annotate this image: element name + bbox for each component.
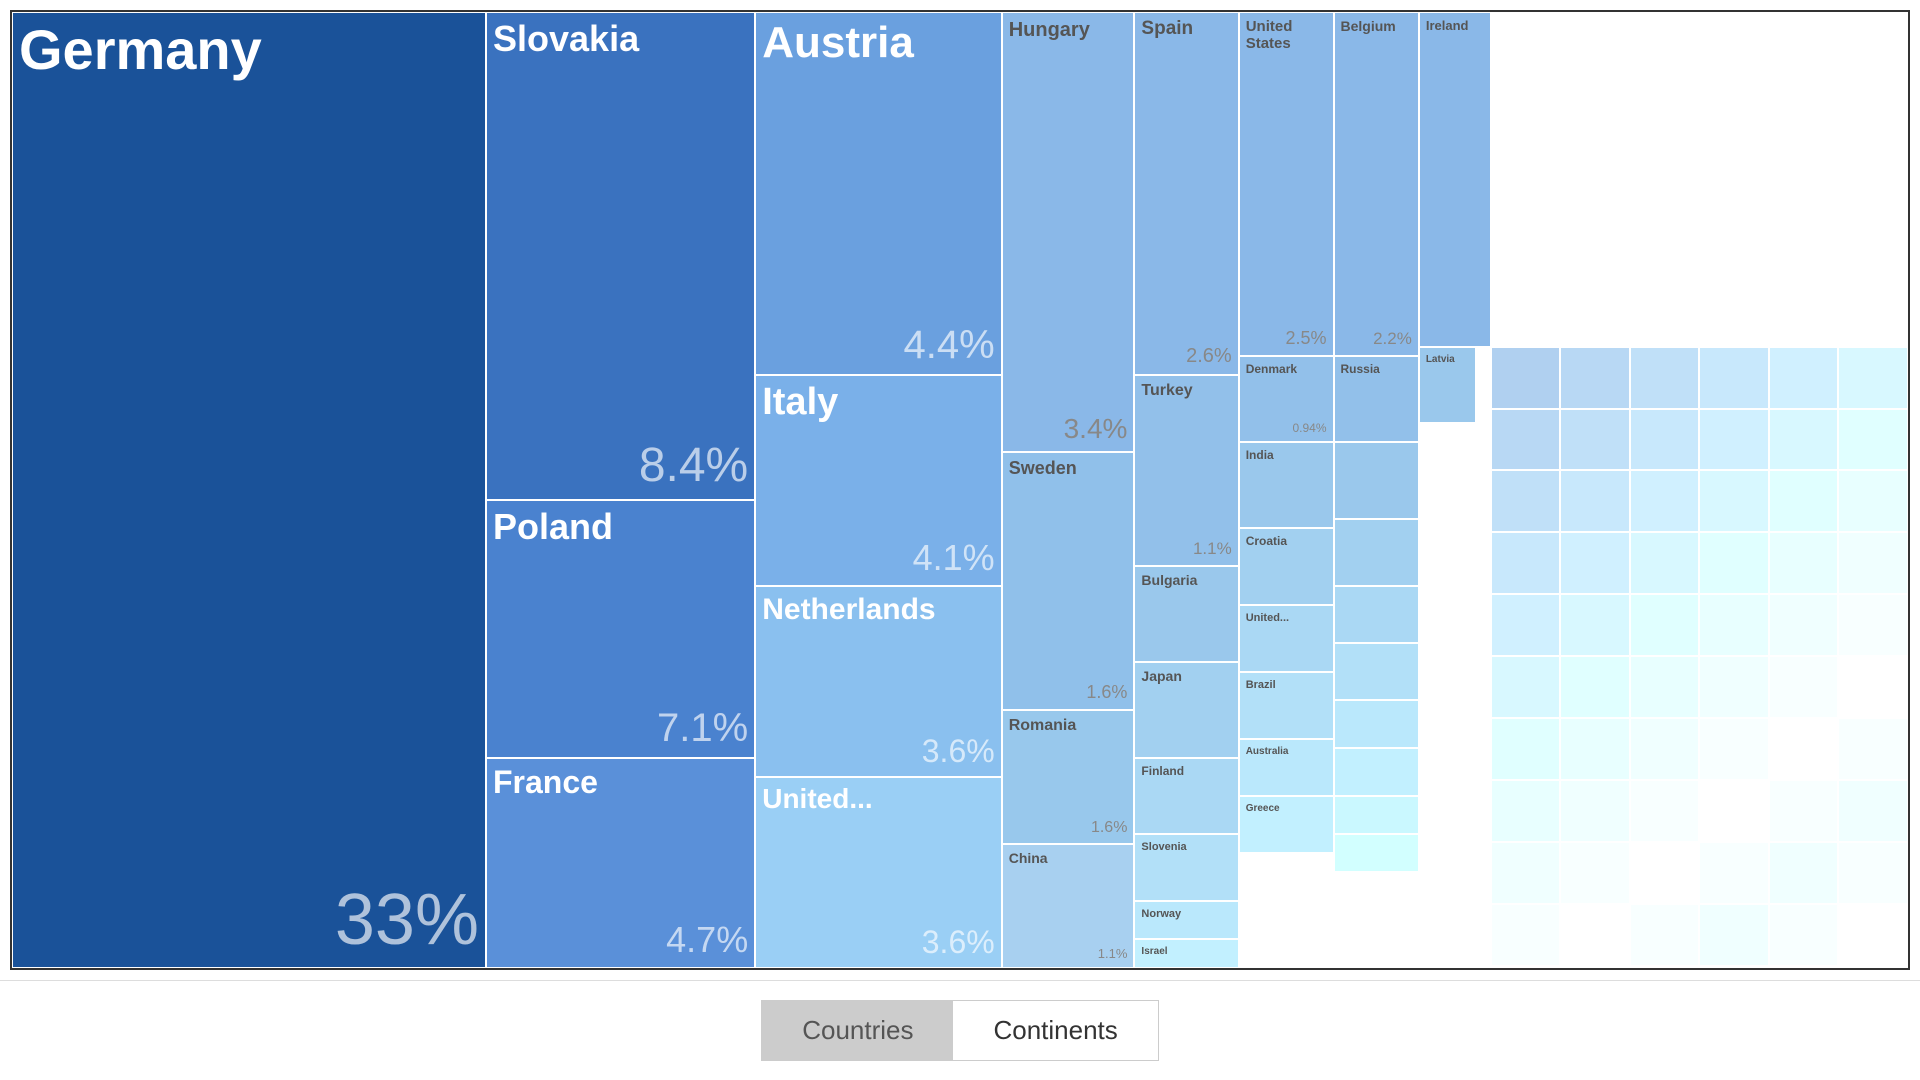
treemap-cell-sm4[interactable] — [1334, 643, 1419, 700]
treemap-cell-italy[interactable]: Italy 4.1% — [755, 375, 1001, 585]
cell-name-germany: Germany — [19, 19, 479, 81]
cell-pct-hungary: 3.4% — [1064, 413, 1128, 445]
treemap-cell-united-kingdom[interactable]: United... 3.6% — [755, 777, 1001, 968]
treemap-cell-turkey[interactable]: Turkey 1.1% — [1134, 375, 1238, 566]
treemap-cell-india[interactable]: India — [1239, 442, 1334, 528]
footer: Countries Continents — [0, 980, 1920, 1080]
cell-pct-united-kingdom: 3.6% — [922, 924, 995, 961]
cell-name-slovenia: Slovenia — [1141, 841, 1231, 853]
treemap-container: Germany 33% Slovakia 8.4% Poland 7.1% Fr… — [10, 10, 1910, 970]
treemap-cell-denmark[interactable]: Denmark 0.94% — [1239, 356, 1334, 442]
treemap-cell-romania[interactable]: Romania 1.6% — [1002, 710, 1135, 844]
cell-name-norway: Norway — [1141, 908, 1231, 920]
cell-name-austria: Austria — [762, 19, 994, 67]
cell-pct-china: 1.1% — [1098, 946, 1128, 961]
cell-name-australia: Australia — [1246, 746, 1327, 757]
cell-name-sweden: Sweden — [1009, 459, 1128, 479]
treemap-cell-slovenia[interactable]: Slovenia — [1134, 834, 1238, 901]
treemap-cell-poland[interactable]: Poland 7.1% — [486, 500, 755, 758]
page-container: Germany 33% Slovakia 8.4% Poland 7.1% Fr… — [0, 0, 1920, 1080]
cell-pct-us: 2.5% — [1285, 328, 1326, 349]
treemap-cell-hungary[interactable]: Hungary 3.4% — [1002, 12, 1135, 452]
cell-name-hungary: Hungary — [1009, 19, 1128, 41]
cell-name-greece: Greece — [1246, 803, 1327, 814]
treemap-cell-netherlands[interactable]: Netherlands 3.6% — [755, 586, 1001, 777]
tab-group: Countries Continents — [761, 1000, 1159, 1061]
cell-pct-italy: 4.1% — [913, 537, 995, 579]
treemap-cell-sweden[interactable]: Sweden 1.6% — [1002, 452, 1135, 710]
cell-name-bulgaria: Bulgaria — [1141, 573, 1231, 588]
cell-name-israel: Israel — [1141, 946, 1231, 957]
treemap-cell-australia[interactable]: Australia — [1239, 739, 1334, 796]
treemap-cell-russia[interactable]: Russia — [1334, 356, 1419, 442]
cell-name-india: India — [1246, 449, 1327, 462]
treemap-cell-belgium[interactable]: Belgium 2.2% — [1334, 12, 1419, 356]
cell-name-finland: Finland — [1141, 765, 1231, 778]
cell-name-united-small: United... — [1246, 612, 1327, 624]
cell-pct-sweden: 1.6% — [1086, 682, 1127, 703]
cell-name-china: China — [1009, 851, 1128, 866]
treemap-cell-sm7[interactable] — [1334, 796, 1419, 834]
cell-name-croatia: Croatia — [1246, 535, 1327, 548]
cell-pct-spain: 2.6% — [1186, 345, 1232, 368]
cell-pct-netherlands: 3.6% — [922, 733, 995, 770]
cell-name-latvia: Latvia — [1426, 354, 1469, 365]
treemap-cell-latvia[interactable]: Latvia — [1419, 347, 1476, 423]
cell-name-romania: Romania — [1009, 717, 1128, 735]
treemap-cell-sm5[interactable] — [1334, 700, 1419, 748]
treemap-cell-greece[interactable]: Greece — [1239, 796, 1334, 853]
treemap-cell-norway[interactable]: Norway — [1134, 901, 1238, 939]
treemap-cell-finland[interactable]: Finland — [1134, 758, 1238, 834]
treemap-cell-united-small[interactable]: United... — [1239, 605, 1334, 672]
treemap-cell-us[interactable]: United States 2.5% — [1239, 12, 1334, 356]
treemap-cell-brazil[interactable]: Brazil — [1239, 672, 1334, 739]
treemap-cell-germany[interactable]: Germany 33% — [12, 12, 486, 968]
cell-pct-poland: 7.1% — [657, 706, 748, 751]
treemap-cell-china[interactable]: China 1.1% — [1002, 844, 1135, 968]
cell-pct-slovakia: 8.4% — [639, 438, 748, 493]
cell-pct-france: 4.7% — [666, 919, 748, 961]
treemap-cell-sm6[interactable] — [1334, 748, 1419, 796]
treemap-cell-bulgaria[interactable]: Bulgaria — [1134, 566, 1238, 662]
cell-name-netherlands: Netherlands — [762, 593, 994, 626]
cell-name-denmark: Denmark — [1246, 363, 1327, 376]
cell-pct-denmark: 0.94% — [1292, 421, 1326, 435]
treemap-cell-sm1[interactable] — [1334, 442, 1419, 518]
treemap-cell-sm8[interactable] — [1334, 834, 1419, 872]
cell-name-spain: Spain — [1141, 19, 1231, 40]
treemap-cell-sm3[interactable] — [1334, 586, 1419, 643]
cell-name-turkey: Turkey — [1141, 382, 1231, 400]
treemap-cell-croatia[interactable]: Croatia — [1239, 528, 1334, 604]
cell-pct-belgium: 2.2% — [1373, 329, 1412, 349]
treemap-cell-ireland[interactable]: Ireland — [1419, 12, 1491, 347]
cell-name-united-kingdom: United... — [762, 784, 994, 815]
cell-name-italy: Italy — [762, 382, 994, 424]
treemap-cell-japan[interactable]: Japan — [1134, 662, 1238, 758]
cell-name-brazil: Brazil — [1246, 679, 1327, 691]
cell-pct-turkey: 1.1% — [1193, 539, 1232, 559]
treemap-cell-slovakia[interactable]: Slovakia 8.4% — [486, 12, 755, 500]
cell-name-slovakia: Slovakia — [493, 19, 748, 59]
tab-countries[interactable]: Countries — [762, 1001, 953, 1060]
tab-continents[interactable]: Continents — [953, 1001, 1157, 1060]
cell-name-russia: Russia — [1341, 363, 1412, 376]
treemap-cell-austria[interactable]: Austria 4.4% — [755, 12, 1001, 375]
cell-name-poland: Poland — [493, 507, 748, 547]
treemap-cell-sm2[interactable] — [1334, 519, 1419, 586]
cell-name-us: United States — [1246, 19, 1327, 52]
treemap-cell-israel[interactable]: Israel — [1134, 939, 1238, 968]
cell-name-ireland: Ireland — [1426, 19, 1484, 33]
cell-pct-germany: 33% — [335, 879, 479, 961]
cell-pct-austria: 4.4% — [904, 323, 995, 368]
cell-name-france: France — [493, 765, 748, 800]
cell-pct-romania: 1.6% — [1091, 819, 1127, 837]
cell-name-japan: Japan — [1141, 669, 1231, 684]
treemap: Germany 33% Slovakia 8.4% Poland 7.1% Fr… — [12, 12, 1908, 968]
cell-name-belgium: Belgium — [1341, 19, 1412, 34]
treemap-cell-spain[interactable]: Spain 2.6% — [1134, 12, 1238, 375]
treemap-cell-france[interactable]: France 4.7% — [486, 758, 755, 968]
